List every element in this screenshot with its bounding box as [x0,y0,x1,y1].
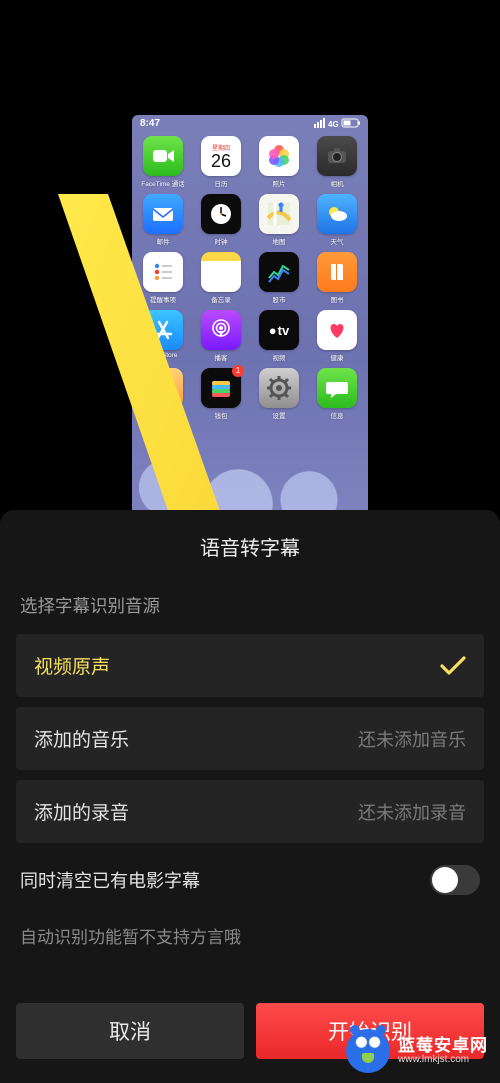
phone-app: 天气 [312,194,362,246]
phone-app: App Store [138,310,188,362]
svg-text:4G: 4G [328,120,339,128]
phone-app-grid: FaceTime 通话 星期四26 日历 照片 相机邮件 时钟 地图 天气提醒事项 备忘录 股市 图… [132,130,368,520]
phone-time: 8:47 [140,118,160,129]
phone-app: 备忘录 [196,252,246,304]
watermark-url: www.lmkjst.com [398,1055,488,1066]
wallet-icon: 1 [201,368,241,408]
phone-app: 时钟 [196,194,246,246]
calendar-icon: 星期四26 [201,136,241,176]
source-options: 视频原声 添加的音乐 还未添加音乐 添加的录音 还未添加录音 [0,634,500,843]
clear-subtitles-toggle[interactable] [430,865,480,895]
home-icon [143,368,183,408]
option-trailing: 还未添加音乐 [358,726,466,752]
phone-app: ●tv 视频 [254,310,304,362]
phone-app: 家庭 [138,368,188,420]
camera-icon [317,136,357,176]
watermark-name: 蓝莓安卓网 [398,1037,488,1055]
sheet-title: 语音转字幕 [0,510,500,585]
option-label: 添加的录音 [34,798,129,825]
phone-app: 播客 [196,310,246,362]
app-label: 日历 [215,178,228,188]
subtitle-sheet: 语音转字幕 选择字幕识别音源 视频原声 添加的音乐 还未添加音乐 添加的录音 还… [0,510,500,1083]
source-section-label: 选择字幕识别音源 [0,585,500,634]
podcasts-icon [201,310,241,350]
phone-app: 提醒事项 [138,252,188,304]
phone-status-bar: 8:47 4G [132,115,368,130]
weather-icon [317,194,357,234]
option-added-recording[interactable]: 添加的录音 还未添加录音 [16,780,484,843]
photos-icon [259,136,299,176]
app-label: 时钟 [215,236,228,246]
cancel-button[interactable]: 取消 [16,1003,244,1059]
phone-app: 相机 [312,136,362,188]
clear-subtitles-row: 同时清空已有电影字幕 [0,843,500,895]
video-preview: 8:47 4G FaceTime 通话 星期四26 日历 照片 相机邮件 时钟 地图 天气提醒… [0,0,500,530]
dialect-hint: 自动识别功能暂不支持方言哦 [0,895,500,948]
app-label: FaceTime 通话 [141,178,184,188]
facetime-icon [143,136,183,176]
settings-icon [259,368,299,408]
phone-screenshot: 8:47 4G FaceTime 通话 星期四26 日历 照片 相机邮件 时钟 地图 天气提醒… [132,115,368,520]
phone-app: 股市 [254,252,304,304]
app-label: App Store [149,352,178,359]
app-label: 设置 [273,410,286,420]
app-label: 邮件 [157,236,170,246]
app-label: 健康 [331,352,344,362]
app-label: 天气 [331,236,344,246]
app-label: 钱包 [215,410,228,420]
phone-app: FaceTime 通话 [138,136,188,188]
phone-app: 地图 [254,194,304,246]
app-label: 播客 [215,352,228,362]
stocks-icon [259,252,299,292]
tv-icon: ●tv [259,310,299,350]
option-video-original[interactable]: 视频原声 [16,634,484,697]
option-label: 视频原声 [34,652,110,679]
reminders-icon [143,252,183,292]
clock-icon [201,194,241,234]
app-label: 信息 [331,410,344,420]
maps-icon [259,194,299,234]
site-watermark: 蓝莓安卓网 www.lmkjst.com [342,1027,492,1075]
option-added-music[interactable]: 添加的音乐 还未添加音乐 [16,707,484,770]
phone-app: 图书 [312,252,362,304]
messages-icon [317,368,357,408]
app-label: 照片 [273,178,286,188]
check-icon [440,656,466,676]
app-icon [201,252,241,292]
app-label: 股市 [273,294,286,304]
phone-app: 信息 [312,368,362,420]
health-icon [317,310,357,350]
app-label: 视频 [273,352,286,362]
app-label: 相机 [331,178,344,188]
app-label: 提醒事项 [150,294,176,304]
phone-app: 星期四26 日历 [196,136,246,188]
option-trailing: 还未添加录音 [358,799,466,825]
phone-app: 邮件 [138,194,188,246]
app-label: 地图 [273,236,286,246]
app-label: 家庭 [157,410,170,420]
toggle-knob [432,867,458,893]
app-label: 备忘录 [211,294,231,304]
appstore-icon [143,310,183,350]
toggle-label: 同时清空已有电影字幕 [20,867,200,893]
app-label: 图书 [331,294,344,304]
phone-app: 健康 [312,310,362,362]
books-icon [317,252,357,292]
phone-app: 1 钱包 [196,368,246,420]
mail-icon [143,194,183,234]
option-label: 添加的音乐 [34,725,129,752]
phone-status-icons: 4G [314,118,360,129]
mascot-icon [346,1029,390,1073]
phone-app: 照片 [254,136,304,188]
phone-app: 设置 [254,368,304,420]
